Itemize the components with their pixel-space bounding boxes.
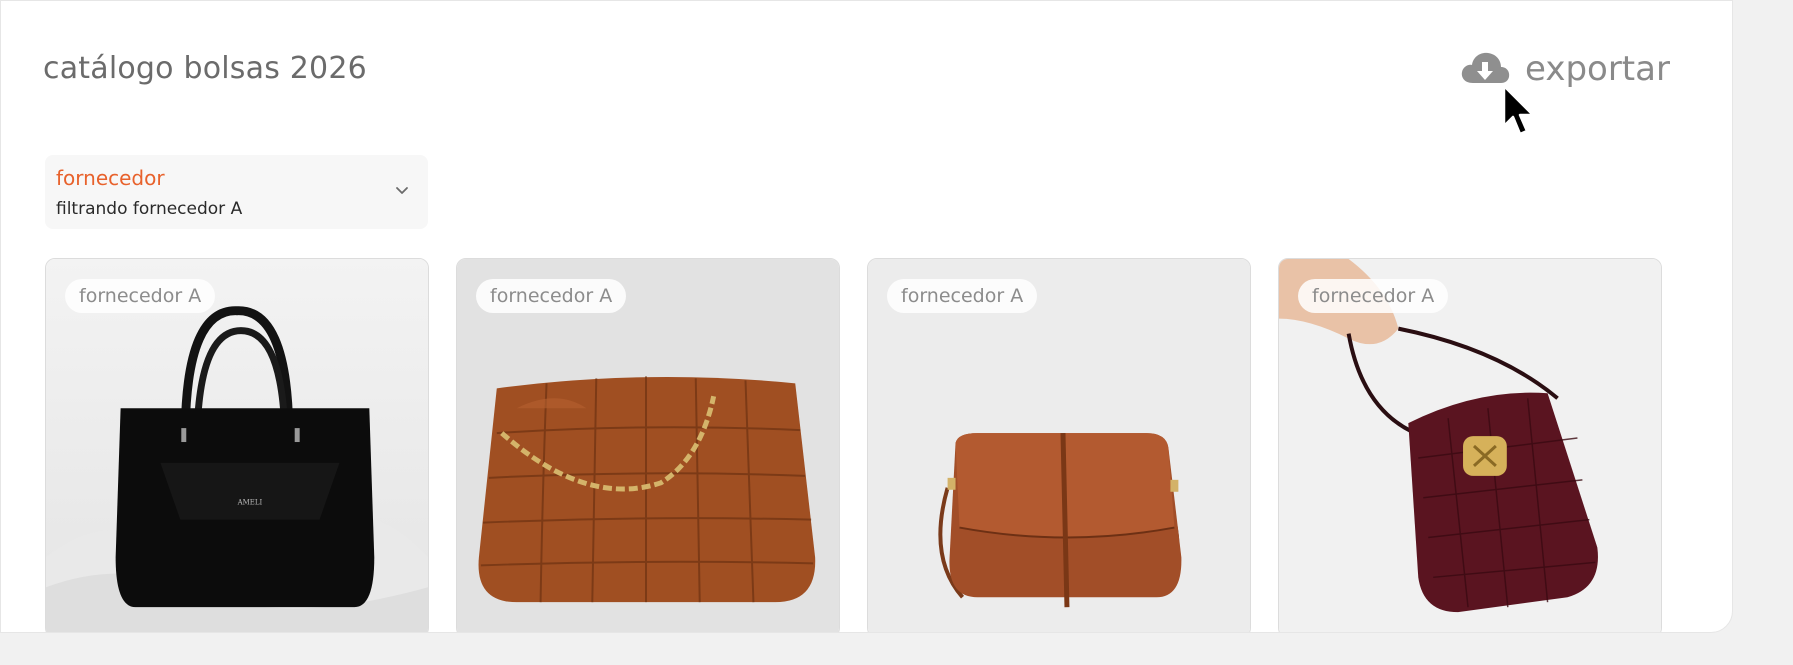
supplier-tag: fornecedor A <box>476 279 627 313</box>
product-card[interactable]: fornecedor A <box>867 258 1251 632</box>
filter-label: fornecedor <box>56 166 165 190</box>
supplier-tag: fornecedor A <box>1298 279 1449 313</box>
filter-value: filtrando fornecedor A <box>56 199 243 219</box>
catalog-panel: catálogo bolsas 2026 exportar fornecedor… <box>0 0 1733 633</box>
product-card[interactable]: fornecedor A <box>456 258 840 632</box>
product-card[interactable]: fornecedor A <box>1278 258 1662 632</box>
svg-text:AMELI: AMELI <box>237 499 263 507</box>
page-title: catálogo bolsas 2026 <box>43 51 367 86</box>
export-button[interactable]: exportar <box>1459 49 1670 89</box>
brown-crossbody-bag-image <box>868 259 1250 632</box>
supplier-tag: fornecedor A <box>887 279 1038 313</box>
supplier-filter-select[interactable]: fornecedor filtrando fornecedor A <box>45 155 428 229</box>
black-tote-bag-image: AMELI <box>46 259 428 632</box>
product-card[interactable]: AMELI fornecedor A <box>45 258 429 632</box>
chevron-down-icon <box>396 187 408 194</box>
supplier-tag: fornecedor A <box>65 279 216 313</box>
export-label: exportar <box>1525 49 1670 89</box>
cloud-download-icon <box>1461 52 1510 83</box>
burgundy-croc-bag-image <box>1279 259 1661 632</box>
woven-leather-bag-image <box>457 259 839 632</box>
